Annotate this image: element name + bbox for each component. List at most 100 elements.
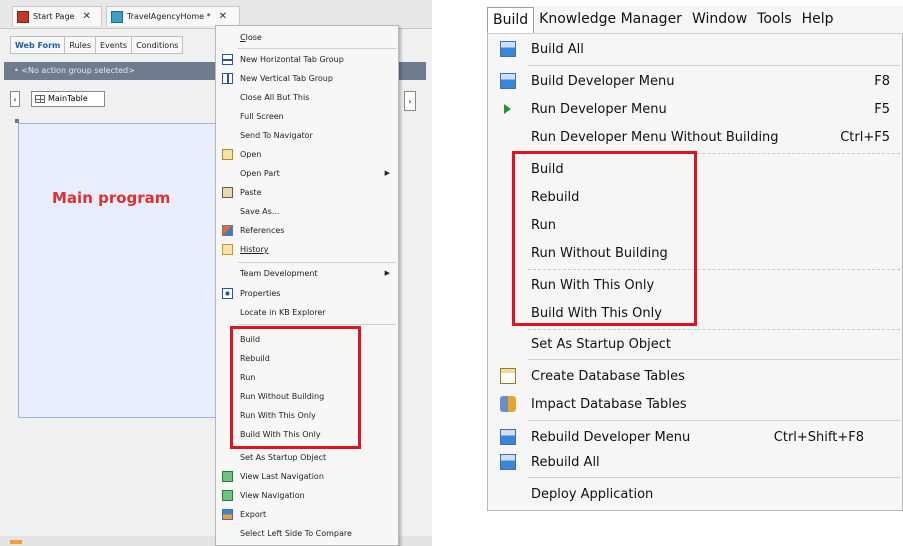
maintable-selector[interactable]: MainTable [31,91,105,107]
menu-item-team-development[interactable]: Team Development ▶ [216,264,398,283]
menu-item-set-as-startup-object[interactable]: Set As Startup Object [216,448,398,467]
build-developer-menu-icon [500,73,516,89]
build-menu-item-impact-database-tables[interactable]: Impact Database Tables [488,390,902,418]
menu-item-label: Send To Navigator [240,131,313,140]
subtab-events[interactable]: Events [96,36,133,54]
menu-item-label: History [240,245,269,254]
menu-item-close-label: lose [245,33,262,42]
menu-item-select-left-side-to-compare[interactable]: Select Left Side To Compare [216,524,398,543]
menu-item-paste[interactable]: Paste [216,183,398,202]
menubar-window[interactable]: Window [687,7,752,32]
build-menu-item-label: Rebuild All [531,454,600,470]
menubar-build[interactable]: Build [487,6,535,33]
menu-item-label: Save As... [240,207,280,216]
tab-context-menu: Close New Horizontal Tab Group New Verti… [215,25,399,546]
export-icon [222,509,233,520]
build-menu-item-label: Impact Database Tables [531,396,687,412]
menu-item-label: Team Development [240,269,318,278]
menu-separator [238,48,396,49]
build-menu-item-run-developer-menu[interactable]: Run Developer Menu F5 [488,95,902,123]
menu-item-label: References [240,226,285,235]
menu-item-properties[interactable]: Properties [216,284,398,303]
menu-item-label: Set As Startup Object [240,453,327,462]
build-menu-item-label: Build Developer Menu [531,73,675,89]
rebuild-developer-menu-icon [500,429,516,445]
menu-item-new-horizontal-tab-group[interactable]: New Horizontal Tab Group [216,50,398,69]
menu-separator [528,477,900,478]
navigation-icon [222,471,233,482]
web-panel-icon [111,10,123,23]
subtab-rules[interactable]: Rules [65,36,96,54]
menu-item-references[interactable]: References [216,221,398,240]
tab-start-page-label: Start Page [33,12,75,21]
menu-item-label: New Horizontal Tab Group [240,55,344,64]
tab-travelagencyhome[interactable]: TravelAgencyHome * ✕ [106,6,240,26]
menu-item-open-part[interactable]: Open Part ▶ [216,164,398,183]
database-table-icon [500,368,516,384]
menu-item-open[interactable]: Open [216,145,398,164]
start-page-icon [17,10,29,23]
menubar-tools[interactable]: Tools [752,7,797,32]
menu-item-locate-in-kb-explorer[interactable]: Locate in KB Explorer [216,303,398,322]
status-marker [10,540,22,544]
scroll-left-button[interactable]: ‹ [10,91,20,107]
menu-item-full-screen[interactable]: Full Screen [216,107,398,126]
submenu-arrow-icon: ▶ [384,169,390,177]
subtab-conditions[interactable]: Conditions [132,36,184,54]
build-menu-item-set-as-startup-object[interactable]: Set As Startup Object [488,330,902,358]
run-icon [504,104,511,114]
menu-item-new-vertical-tab-group[interactable]: New Vertical Tab Group [216,69,398,88]
build-menu-item-rebuild-all[interactable]: Rebuild All [488,448,902,476]
tab-start-page[interactable]: Start Page ✕ [12,6,102,26]
submenu-arrow-icon: ▶ [384,269,390,277]
vertical-split-icon [222,73,233,84]
build-menu-item-label: Run Developer Menu [531,101,667,117]
menu-item-export[interactable]: Export [216,505,398,524]
subtab-web-form[interactable]: Web Form [10,36,66,54]
menu-item-send-to-navigator[interactable]: Send To Navigator [216,126,398,145]
build-menu-item-label: Build All [531,41,584,57]
build-menu-item-create-database-tables[interactable]: Create Database Tables [488,362,902,390]
menu-item-close[interactable]: Close [216,28,398,47]
close-icon[interactable]: ✕ [219,11,227,22]
maintable-label: MainTable [48,94,88,103]
menu-separator [528,359,900,360]
menu-item-label: Export [240,510,267,519]
menu-separator [528,420,900,421]
menu-item-save-as[interactable]: Save As... [216,202,398,221]
menu-item-label: New Vertical Tab Group [240,74,333,83]
menu-item-label: Locate in KB Explorer [240,308,326,317]
menu-item-label: Full Screen [240,112,284,121]
menu-separator [238,262,396,263]
paste-icon [222,187,233,198]
close-icon[interactable]: ✕ [82,11,90,22]
horizontal-split-icon [222,54,233,65]
build-menu-item-label: Rebuild Developer Menu [531,429,691,445]
scroll-right-button[interactable]: › [404,91,416,111]
references-icon [222,225,233,236]
build-menu-item-label: Set As Startup Object [531,336,671,352]
build-menu-item-rebuild-developer-menu[interactable]: Rebuild Developer Menu Ctrl+Shift+F8 [488,423,902,451]
build-menu-item-label: Run Developer Menu Without Building [531,129,779,145]
menu-item-label: View Navigation [240,491,305,500]
menubar-knowledge-manager[interactable]: Knowledge Manager [534,7,687,32]
menu-item-label: Paste [240,188,262,197]
menubar-help[interactable]: Help [797,7,839,32]
menu-item-label: View Last Navigation [240,472,324,481]
build-menu-item-build-all[interactable]: Build All [488,35,902,63]
menu-item-label: Properties [240,289,281,298]
menu-item-close-all-but-this[interactable]: Close All But This [216,88,398,107]
highlight-box-context-build-items [230,326,361,449]
navigation-icon [222,490,233,501]
build-menu-item-run-developer-menu-without-building[interactable]: Run Developer Menu Without Building Ctrl… [488,123,902,151]
shortcut-label: Ctrl+Shift+F8 [773,429,864,445]
build-menu-item-build-developer-menu[interactable]: Build Developer Menu F8 [488,67,902,95]
menu-separator [528,65,900,66]
main-program-text: Main program [52,189,171,207]
highlight-box-build-menu-items [512,151,697,326]
editor-subtabs: Web Form Rules Events Conditions [10,36,184,54]
menu-item-view-last-navigation[interactable]: View Last Navigation [216,467,398,486]
menu-item-view-navigation[interactable]: View Navigation [216,486,398,505]
build-menu-item-deploy-application[interactable]: Deploy Application [488,480,902,508]
menu-item-history[interactable]: History [216,240,398,259]
